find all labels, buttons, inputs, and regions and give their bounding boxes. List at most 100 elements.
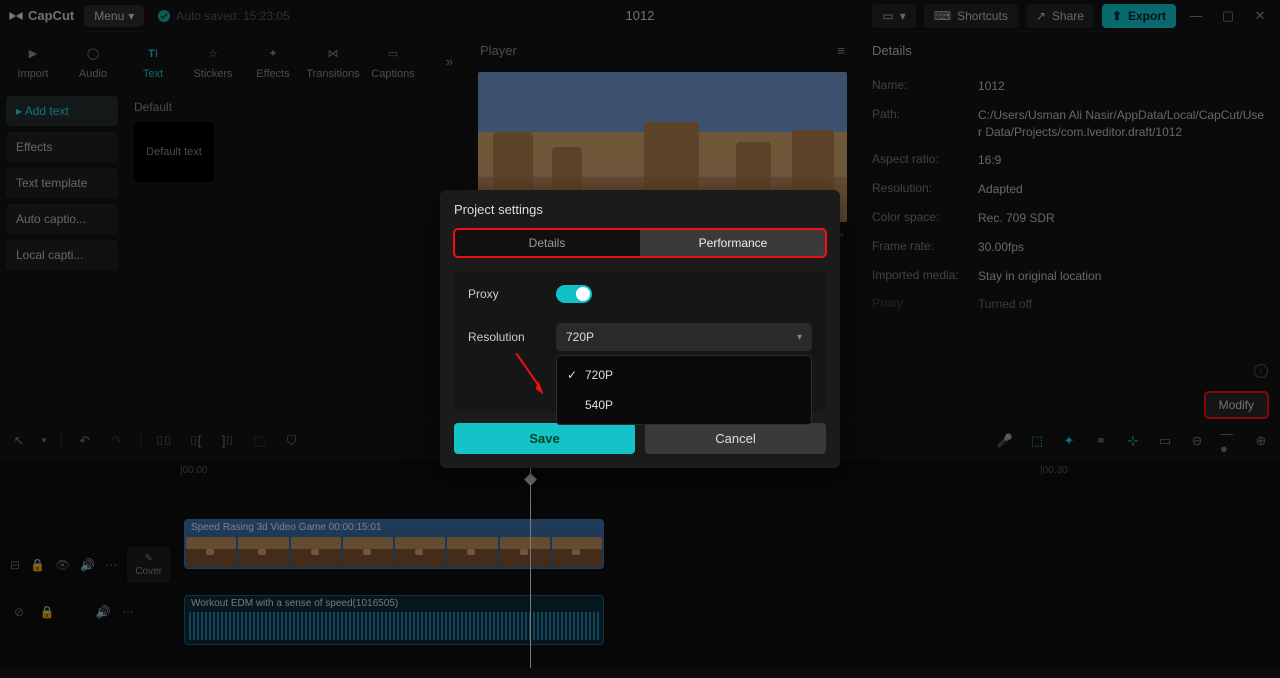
resolution-option-540p[interactable]: 540P bbox=[557, 390, 811, 420]
track-visibility-icon[interactable]: 👁 bbox=[55, 558, 70, 572]
detail-key-colorspace: Color space: bbox=[872, 210, 978, 227]
proxy-label: Proxy bbox=[468, 287, 556, 301]
tab-text[interactable]: TIText bbox=[124, 43, 182, 80]
modify-button[interactable]: Modify bbox=[1205, 392, 1268, 418]
ruler-tick-1: |00:30 bbox=[1040, 465, 1068, 476]
modal-tab-performance[interactable]: Performance bbox=[640, 229, 826, 257]
video-clip-label: Speed Rasing 3d Video Game 00:00:15:01 bbox=[191, 522, 382, 533]
save-button[interactable]: Save bbox=[454, 423, 635, 454]
tab-transitions[interactable]: ⋈Transitions bbox=[304, 43, 362, 80]
sidebar-add-text[interactable]: Add text bbox=[6, 96, 118, 126]
export-button[interactable]: ⬆Export bbox=[1102, 4, 1176, 28]
sidebar-auto-captions[interactable]: Auto captio... bbox=[6, 204, 118, 234]
detail-key-framerate: Frame rate: bbox=[872, 239, 978, 256]
resolution-select[interactable]: 720P▾ 720P 540P bbox=[556, 323, 812, 351]
share-icon: ↗ bbox=[1036, 9, 1046, 23]
split-icon[interactable]: ⌷⌷ bbox=[155, 433, 173, 449]
detail-key-resolution: Resolution: bbox=[872, 181, 978, 198]
text-icon: TI bbox=[142, 43, 164, 65]
resolution-dropdown: 720P 540P bbox=[556, 355, 812, 425]
share-button[interactable]: ↗Share bbox=[1026, 4, 1094, 28]
import-icon: ▶ bbox=[22, 43, 44, 65]
aspect-ratio-button[interactable]: ▭▾ bbox=[872, 4, 915, 28]
track-options-icon[interactable]: ▭ bbox=[1156, 433, 1174, 449]
annotation-arrow bbox=[499, 348, 557, 402]
modal-title: Project settings bbox=[454, 202, 826, 217]
zoom-slider[interactable]: —● bbox=[1220, 426, 1238, 456]
detail-val-resolution: Adapted bbox=[978, 181, 1266, 198]
magnet-icon[interactable]: ✦ bbox=[1060, 433, 1078, 449]
playhead[interactable] bbox=[530, 459, 531, 668]
mic-icon[interactable]: 🎤 bbox=[996, 433, 1014, 449]
tab-audio[interactable]: ◯Audio bbox=[64, 43, 122, 80]
track-collapse-icon[interactable]: ⊟ bbox=[10, 558, 20, 572]
shortcuts-button[interactable]: ⌨Shortcuts bbox=[924, 4, 1018, 28]
resolution-option-720p[interactable]: 720P bbox=[557, 360, 811, 390]
sidebar-text-template[interactable]: Text template bbox=[6, 168, 118, 198]
transitions-icon: ⋈ bbox=[322, 43, 344, 65]
tab-captions[interactable]: ▭Captions bbox=[364, 43, 422, 80]
media-tabs: ▶Import ◯Audio TIText ☆Stickers ✦Effects… bbox=[0, 32, 467, 90]
preview-axis-icon[interactable]: ⊹ bbox=[1124, 433, 1142, 449]
window-close[interactable]: ✕ bbox=[1248, 4, 1272, 28]
audio-icon: ◯ bbox=[82, 43, 104, 65]
link-icon[interactable]: ⚭ bbox=[1092, 433, 1110, 449]
tabs-more[interactable]: » bbox=[446, 54, 463, 69]
zoom-in-icon[interactable]: ⊕ bbox=[1252, 433, 1270, 449]
detail-val-framerate: 30.00fps bbox=[978, 239, 1266, 256]
chevron-down-icon: ▾ bbox=[128, 9, 134, 23]
redo-icon[interactable]: ↷ bbox=[108, 433, 126, 449]
default-text-asset[interactable]: Default text bbox=[134, 122, 214, 182]
export-icon: ⬆ bbox=[1112, 9, 1122, 23]
track-lock-icon[interactable]: 🔒 bbox=[30, 558, 45, 572]
keyboard-icon: ⌨ bbox=[934, 9, 951, 23]
detail-val-aspect: 16:9 bbox=[978, 152, 1266, 169]
menu-button[interactable]: Menu▾ bbox=[84, 5, 144, 27]
audio-clip-label: Workout EDM with a sense of speed(101650… bbox=[191, 598, 398, 609]
project-settings-modal: Project settings Details Performance Pro… bbox=[440, 190, 840, 468]
player-label: Player bbox=[480, 43, 517, 58]
modal-tab-details[interactable]: Details bbox=[454, 229, 640, 257]
modal-tab-segment: Details Performance bbox=[454, 229, 826, 257]
snap-icon[interactable]: ⬚ bbox=[1028, 433, 1046, 449]
cover-button[interactable]: ✎ Cover bbox=[127, 547, 170, 583]
delete-icon[interactable]: ▢ bbox=[251, 433, 269, 449]
window-maximize[interactable]: ▢ bbox=[1216, 4, 1240, 28]
tab-stickers[interactable]: ☆Stickers bbox=[184, 43, 242, 80]
proxy-toggle[interactable] bbox=[556, 285, 592, 303]
track-mute-icon[interactable]: 🔊 bbox=[80, 558, 95, 572]
info-icon[interactable]: i bbox=[1254, 364, 1268, 378]
audio-track-collapse-icon[interactable]: ⊘ bbox=[10, 605, 28, 619]
sidebar-local-captions[interactable]: Local capti... bbox=[6, 240, 118, 270]
audio-track-lock-icon[interactable]: 🔒 bbox=[38, 605, 56, 619]
video-clip[interactable]: Speed Rasing 3d Video Game 00:00:15:01 bbox=[184, 519, 604, 569]
detail-val-path: C:/Users/Usman Ali Nasir/AppData/Local/C… bbox=[978, 107, 1266, 141]
project-title: 1012 bbox=[626, 8, 655, 23]
tab-effects[interactable]: ✦Effects bbox=[244, 43, 302, 80]
detail-val-proxy: Turned off bbox=[978, 296, 1266, 313]
detail-key-name: Name: bbox=[872, 78, 978, 95]
detail-key-aspect: Aspect ratio: bbox=[872, 152, 978, 169]
audio-clip[interactable]: Workout EDM with a sense of speed(101650… bbox=[184, 595, 604, 645]
effects-icon: ✦ bbox=[262, 43, 284, 65]
chevron-down-icon: ▾ bbox=[797, 332, 802, 343]
split-right-icon[interactable]: ]⌷ bbox=[219, 433, 237, 449]
detail-key-path: Path: bbox=[872, 107, 978, 141]
window-minimize[interactable]: — bbox=[1184, 4, 1208, 28]
tab-import[interactable]: ▶Import bbox=[4, 43, 62, 80]
asset-heading: Default bbox=[134, 100, 457, 114]
zoom-out-icon[interactable]: ⊖ bbox=[1188, 433, 1206, 449]
selection-tool-icon[interactable]: ↖ bbox=[10, 433, 28, 449]
undo-icon[interactable]: ↶ bbox=[76, 433, 94, 449]
player-menu-icon[interactable]: ≡ bbox=[837, 43, 845, 58]
split-left-icon[interactable]: ⌷[ bbox=[187, 433, 205, 449]
ruler-tick-0: |00:00 bbox=[180, 465, 208, 476]
cancel-button[interactable]: Cancel bbox=[645, 423, 826, 454]
aspect-icon: ▭ bbox=[882, 9, 893, 23]
sidebar-effects[interactable]: Effects bbox=[6, 132, 118, 162]
shield-icon[interactable]: ⛉ bbox=[283, 433, 301, 449]
detail-key-proxy: Proxy: bbox=[872, 296, 978, 313]
stickers-icon: ☆ bbox=[202, 43, 224, 65]
audio-track-mute-icon[interactable]: 🔊 bbox=[94, 605, 112, 619]
autosave-status: Auto saved: 15:23:05 bbox=[158, 9, 289, 23]
